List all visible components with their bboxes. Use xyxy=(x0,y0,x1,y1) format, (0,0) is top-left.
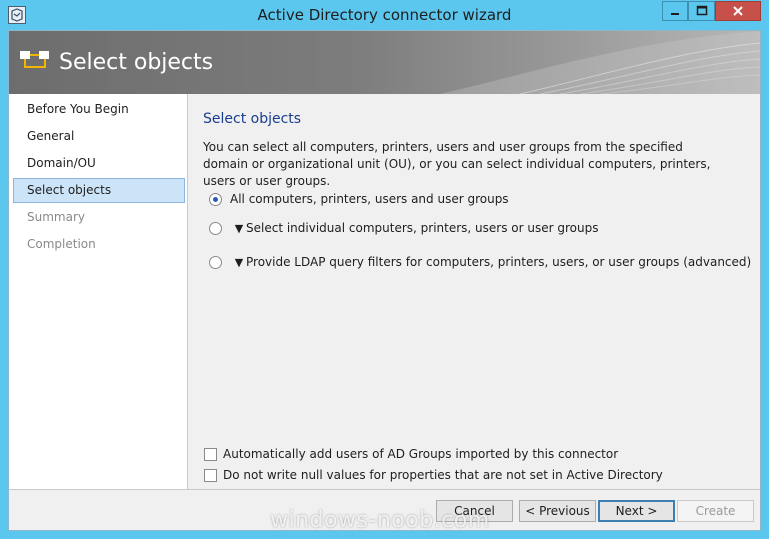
auto-add-group-users-option[interactable]: Automatically add users of AD Groups imp… xyxy=(204,446,618,462)
connector-icon xyxy=(20,51,49,68)
chevron-down-icon[interactable]: ▼ xyxy=(234,256,244,269)
section-title: Select objects xyxy=(203,111,302,127)
option-all-objects[interactable]: All computers, printers, users and user … xyxy=(209,190,509,208)
section-description: You can select all computers, printers, … xyxy=(203,140,711,188)
next-button[interactable]: Next > xyxy=(598,500,675,522)
wizard-window: Active Directory connector wizard Select… xyxy=(0,0,769,539)
chevron-down-icon[interactable]: ▼ xyxy=(234,222,244,235)
wizard-body: Select objects Before You Begin General … xyxy=(8,30,761,531)
watermark-text: windows-noob.com xyxy=(270,508,490,533)
radio-button[interactable] xyxy=(209,255,222,269)
content-panel: Select objects You can select all comput… xyxy=(189,94,760,489)
radio-button[interactable] xyxy=(209,221,222,235)
previous-button[interactable]: < Previous xyxy=(519,500,596,522)
option-label[interactable]: All computers, printers, users and user … xyxy=(230,192,509,206)
no-null-values-option[interactable]: Do not write null values for properties … xyxy=(204,467,663,483)
maximize-icon xyxy=(696,5,707,16)
nav-item-completion: Completion xyxy=(27,237,96,251)
option-ldap-filters[interactable]: ▼ Provide LDAP query filters for compute… xyxy=(209,253,751,271)
close-button[interactable] xyxy=(715,1,761,21)
close-icon xyxy=(733,6,743,16)
option-select-individual[interactable]: ▼ Select individual computers, printers,… xyxy=(209,219,598,237)
wizard-steps-nav: Before You Begin General Domain/OU Selec… xyxy=(9,94,188,489)
option-label[interactable]: Provide LDAP query filters for computers… xyxy=(246,255,751,269)
radio-button-selected[interactable] xyxy=(209,192,222,206)
maximize-button[interactable] xyxy=(688,1,715,21)
nav-item-select-objects[interactable]: Select objects xyxy=(13,178,185,203)
header-decoration xyxy=(440,31,760,94)
page-title: Select objects xyxy=(59,50,214,75)
title-bar[interactable]: Active Directory connector wizard xyxy=(0,0,769,30)
create-button: Create xyxy=(677,500,754,522)
checkbox[interactable] xyxy=(204,468,217,482)
checkbox[interactable] xyxy=(204,447,217,461)
nav-item-before-you-begin[interactable]: Before You Begin xyxy=(13,97,185,122)
minimize-button[interactable] xyxy=(662,1,688,21)
nav-item-general[interactable]: General xyxy=(13,124,185,149)
nav-item-domain-ou[interactable]: Domain/OU xyxy=(13,151,185,176)
wizard-header: Select objects xyxy=(9,31,760,94)
nav-item-summary: Summary xyxy=(27,210,85,224)
window-title: Active Directory connector wizard xyxy=(257,6,512,24)
option-label[interactable]: Select individual computers, printers, u… xyxy=(246,221,598,235)
checkbox-label[interactable]: Do not write null values for properties … xyxy=(223,468,663,482)
checkbox-label[interactable]: Automatically add users of AD Groups imp… xyxy=(223,447,618,461)
minimize-icon xyxy=(671,13,679,15)
